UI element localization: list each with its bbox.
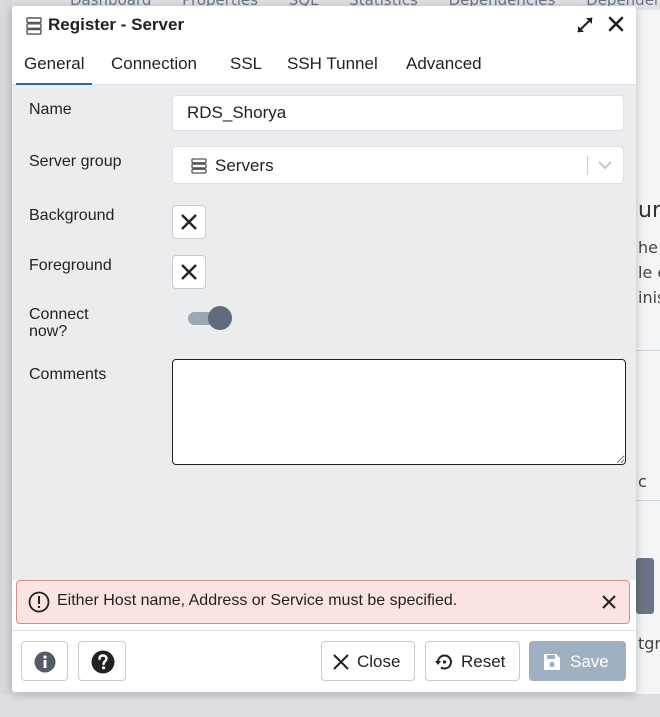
close-icon[interactable] [608,16,624,32]
tab-ssl[interactable]: SSL [230,54,262,74]
chevron-down-icon[interactable] [597,159,613,171]
foreground-color-picker[interactable] [172,255,206,289]
bg-text-fragment: c [638,472,647,491]
background-label: Background [29,207,115,224]
bg-divider [636,500,660,501]
close-icon[interactable] [602,595,616,609]
general-form: Name Server group Servers Background For… [12,85,636,580]
expand-icon[interactable] [576,16,594,34]
save-icon [544,654,560,670]
bg-text-fragment: le c [638,263,660,282]
background-color-picker[interactable] [172,205,206,239]
help-button[interactable] [78,641,126,681]
background-left-strip [0,0,12,717]
tab-general[interactable]: General [15,54,94,86]
comments-textarea[interactable] [172,359,626,465]
dialog-tabs: General Connection SSL SSH Tunnel Advanc… [12,44,636,86]
background-bottom [0,694,660,717]
bg-text-fragment: inis [638,288,660,307]
save-button[interactable]: Save [529,641,626,681]
name-label: Name [29,101,72,118]
reset-button[interactable]: Reset [425,641,520,681]
connect-now-toggle[interactable] [186,306,234,330]
info-button[interactable] [21,641,68,681]
close-button-label: Close [357,652,401,671]
reset-icon [435,654,452,670]
comments-label: Comments [29,366,107,383]
server-group-icon [26,17,42,35]
tab-advanced[interactable]: Advanced [406,54,482,74]
bg-text-fragment: tgre [638,634,660,653]
background-right-panel: ur he le c inis c tgre [636,10,660,717]
bg-text-fragment: ur [638,198,660,223]
register-server-dialog: Register - Server General Connection SSL… [12,6,636,692]
dialog-footer: Close Reset Save [12,630,636,692]
dialog-title: Register - Server [48,15,185,34]
select-separator [587,156,588,175]
alert-message: Either Host name, Address or Service mus… [57,592,458,609]
x-icon [333,654,349,670]
close-button[interactable]: Close [321,641,415,681]
x-icon [181,264,197,280]
error-alert: Either Host name, Address or Service mus… [16,580,630,624]
info-icon [34,651,56,673]
bg-text-fragment: he [638,238,658,257]
connect-now-label: Connect now? [29,306,89,340]
server-group-label: Server group [29,153,122,170]
help-icon [91,650,115,674]
tab-ssh-tunnel[interactable]: SSH Tunnel [287,54,378,74]
x-icon [181,214,197,230]
name-input[interactable] [172,95,624,131]
server-group-select[interactable]: Servers [172,146,624,184]
bg-divider [636,350,660,351]
alert-circle-icon [28,591,50,613]
server-group-icon [191,158,207,174]
dialog-titlebar[interactable]: Register - Server [12,6,636,44]
save-button-label: Save [570,652,609,671]
reset-button-label: Reset [461,652,506,671]
toggle-knob [208,306,232,330]
bg-dark-block [636,558,654,614]
server-group-value: Servers [215,156,274,175]
tab-connection[interactable]: Connection [111,54,197,74]
foreground-label: Foreground [29,257,112,274]
